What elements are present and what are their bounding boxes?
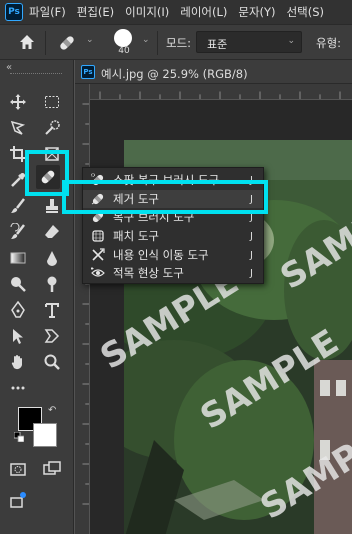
move-tool-icon[interactable] [6, 90, 30, 114]
menu-file[interactable]: 파일(F) [29, 4, 66, 20]
hand-tool-icon[interactable] [6, 350, 30, 374]
flyout-item-content-aware-move[interactable]: 내용 인식 이동 도구 J [83, 246, 263, 264]
flyout-item-red-eye[interactable]: 적목 현상 도구 J [83, 264, 263, 282]
menu-image[interactable]: 이미지(I) [125, 4, 169, 20]
collapse-icon[interactable]: « [6, 62, 12, 73]
chevron-down-icon: ⌄ [287, 36, 295, 46]
menu-layer[interactable]: 레이어(L) [180, 4, 227, 20]
more-tools-icon[interactable] [6, 376, 30, 400]
options-bar: ⌄ 40 ⌄ 모드: 표준 ⌄ 유형: [0, 24, 352, 60]
sample-watermark: SAMPLE SAMPLE SAMPLE SAMPLE [94, 182, 352, 528]
flyout-item-patch[interactable]: 패치 도구 J [83, 227, 263, 245]
menu-type[interactable]: 문자(Y) [238, 4, 275, 20]
menu-bar: Ps 파일(F) 편집(E) 이미지(I) 레이어(L) 문자(Y) 선택(S) [0, 0, 352, 24]
type-label: 유형: [316, 36, 342, 50]
mode-select[interactable]: 표준 ⌄ [196, 31, 302, 53]
blur-tool-icon[interactable] [40, 246, 64, 270]
red-eye-icon [91, 267, 105, 277]
menu-edit[interactable]: 편집(E) [77, 4, 114, 20]
home-icon[interactable] [18, 33, 36, 51]
photoshop-logo[interactable]: Ps [5, 3, 23, 21]
content-aware-move-icon [92, 248, 105, 261]
stamp-tool-icon[interactable] [40, 194, 64, 218]
document-tab-bar: Ps 예시.jpg @ 25.9% (RGB/8) [75, 60, 352, 84]
share-icon[interactable] [6, 488, 30, 512]
remove-tool-preset-icon[interactable] [56, 32, 78, 54]
swap-colors-icon[interactable]: ↶ [48, 405, 56, 416]
eraser-tool-icon[interactable] [40, 220, 64, 244]
path-selection-tool-icon[interactable] [6, 324, 30, 348]
divider [45, 31, 46, 55]
marquee-tool-icon[interactable] [40, 90, 64, 114]
document-tab-icon: Ps [81, 65, 95, 79]
panel-grip[interactable] [10, 73, 62, 76]
shape-tool-icon[interactable] [40, 324, 64, 348]
divider [157, 31, 158, 55]
flyout-item-shortcut: J [250, 230, 253, 242]
brush-size-value: 40 [118, 46, 130, 56]
mode-label: 모드: [166, 36, 192, 50]
brush-tool-icon[interactable] [6, 194, 30, 218]
type-tool-icon[interactable] [40, 298, 64, 322]
history-brush-tool-icon[interactable] [6, 220, 30, 244]
patch-icon [92, 230, 104, 242]
chevron-down-icon[interactable]: ⌄ [142, 35, 150, 45]
chevron-down-icon[interactable]: ⌄ [86, 35, 96, 45]
dodge-tool-icon[interactable] [40, 272, 64, 296]
screen-mode-icon[interactable] [40, 457, 64, 481]
brush-size-preview[interactable] [114, 29, 132, 47]
flyout-item-label: 패치 도구 [113, 229, 159, 243]
zoom-tool-icon[interactable] [40, 350, 64, 374]
watermark-text: SAMPLE [274, 182, 352, 298]
menu-item-highlight-box [62, 180, 268, 214]
ruler-vertical[interactable] [75, 84, 90, 534]
quick-mask-icon[interactable] [6, 457, 30, 481]
document-tab-title[interactable]: 예시.jpg @ 25.9% (RGB/8) [101, 66, 248, 82]
lasso-tool-icon[interactable] [6, 116, 30, 140]
menu-select[interactable]: 선택(S) [287, 4, 324, 20]
tools-panel: « ↶ [0, 60, 74, 534]
flyout-item-label: 내용 인식 이동 도구 [113, 248, 209, 262]
flyout-item-label: 적목 현상 도구 [113, 266, 184, 280]
object-selection-tool-icon[interactable] [40, 116, 64, 140]
dodge-tool-icon[interactable] [6, 272, 30, 296]
background-color[interactable] [33, 423, 57, 447]
watermark-text: SAMPLE [194, 322, 346, 438]
mode-value: 표준 [207, 38, 228, 51]
canvas-area[interactable]: SAMPLE SAMPLE SAMPLE SAMPLE [90, 100, 352, 534]
gradient-tool-icon[interactable] [6, 246, 30, 270]
ruler-horizontal[interactable] [90, 84, 352, 100]
default-colors-icon[interactable] [14, 432, 24, 442]
pen-tool-icon[interactable] [6, 298, 30, 322]
flyout-item-shortcut: J [250, 249, 253, 261]
watermark-text: SAMPLE [254, 412, 352, 528]
flyout-item-shortcut: J [250, 267, 253, 279]
